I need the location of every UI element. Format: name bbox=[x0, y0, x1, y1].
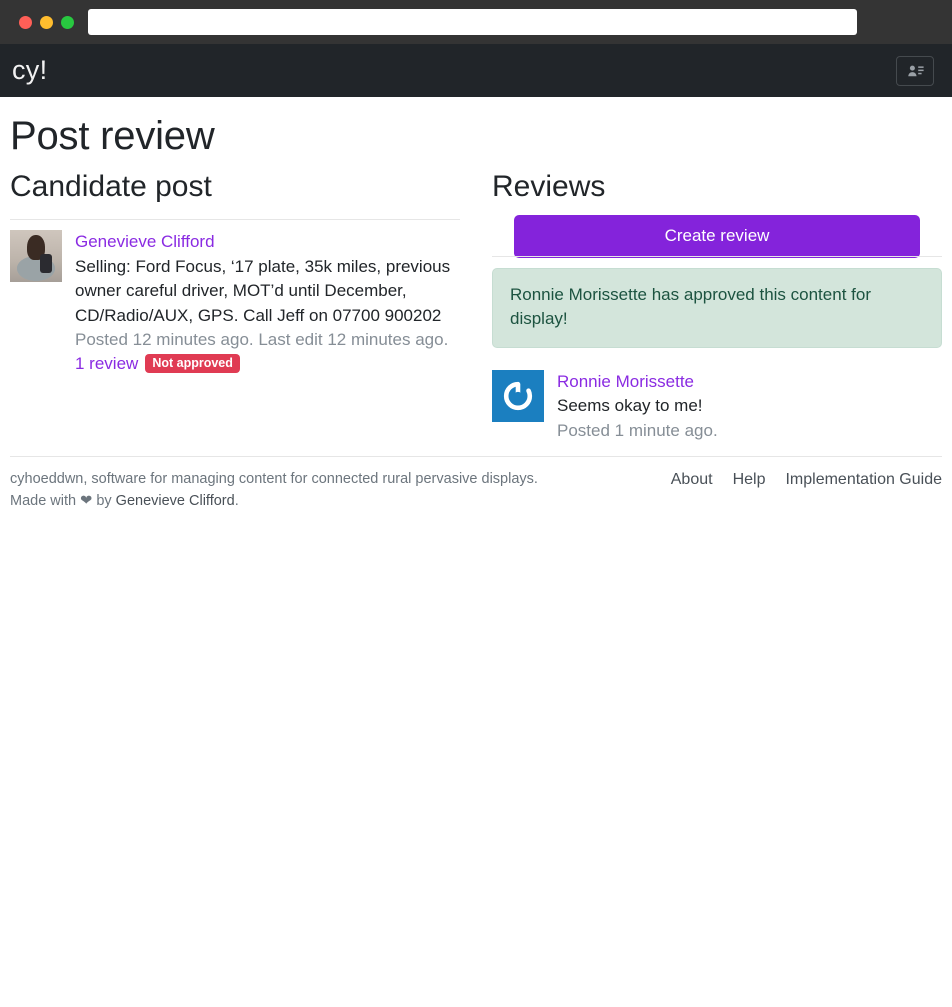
page-content: Post review Candidate post Genevieve Cli… bbox=[0, 97, 952, 443]
review-meta: Posted 1 minute ago. bbox=[557, 420, 718, 440]
footer-made-with-middle: by bbox=[96, 493, 112, 510]
close-window-button[interactable] bbox=[19, 15, 32, 29]
heart-icon: ❤ bbox=[80, 493, 93, 510]
status-badge: Not approved bbox=[145, 353, 240, 374]
footer-author: Genevieve Clifford bbox=[115, 493, 235, 510]
minimize-window-button[interactable] bbox=[40, 15, 53, 29]
page-title: Post review bbox=[10, 114, 215, 158]
reviews-heading: Reviews bbox=[492, 170, 606, 204]
two-column-layout: Candidate post Genevieve Clifford Sellin… bbox=[10, 166, 942, 443]
candidate-post-body: Genevieve Clifford Selling: Ford Focus, … bbox=[75, 230, 460, 374]
candidate-post-text: Selling: Ford Focus, ‘17 plate, 35k mile… bbox=[75, 256, 451, 325]
account-menu-button[interactable] bbox=[896, 55, 934, 86]
review-body: Ronnie Morissette Seems okay to me! Post… bbox=[557, 370, 942, 444]
candidate-status-line: 1 review Not approved bbox=[75, 354, 460, 374]
app-navbar: cy! bbox=[0, 44, 952, 97]
browser-chrome bbox=[0, 0, 952, 44]
footer-made-with-prefix: Made with bbox=[10, 493, 77, 510]
review-item: Ronnie Morissette Seems okay to me! Post… bbox=[492, 369, 942, 444]
reviews-column: Reviews Create review Ronnie Morissette … bbox=[492, 166, 942, 443]
review-text: Seems okay to me! bbox=[557, 396, 703, 416]
window-controls bbox=[19, 15, 74, 29]
footer: cyhoeddwn, software for managing content… bbox=[10, 469, 942, 513]
review-count-link[interactable]: 1 review bbox=[75, 354, 138, 374]
footer-text: cyhoeddwn, software for managing content… bbox=[10, 469, 538, 513]
create-review-button[interactable]: Create review bbox=[514, 215, 920, 258]
review-author-link[interactable]: Ronnie Morissette bbox=[557, 370, 942, 395]
footer-link-help[interactable]: Help bbox=[733, 471, 766, 489]
maximize-window-button[interactable] bbox=[61, 15, 74, 29]
contact-card-icon bbox=[906, 63, 925, 78]
gravatar-logo-avatar bbox=[492, 369, 544, 422]
section-divider bbox=[10, 219, 460, 221]
candidate-post-meta: Posted 12 minutes ago. Last edit 12 minu… bbox=[75, 330, 449, 350]
footer-link-implementation-guide[interactable]: Implementation Guide bbox=[785, 471, 942, 489]
footer-made-with-suffix: . bbox=[234, 493, 239, 510]
approval-alert: Ronnie Morissette has approved this cont… bbox=[492, 267, 942, 348]
user-photo-avatar bbox=[10, 230, 62, 283]
footer-tagline: cyhoeddwn, software for managing content… bbox=[10, 471, 538, 488]
candidate-post-heading: Candidate post bbox=[10, 170, 212, 204]
footer-link-about[interactable]: About bbox=[671, 471, 713, 489]
footer-links: About Help Implementation Guide bbox=[671, 469, 942, 489]
footer-divider bbox=[10, 456, 942, 458]
url-input[interactable] bbox=[88, 9, 857, 35]
candidate-post-item: Genevieve Clifford Selling: Ford Focus, … bbox=[10, 230, 460, 374]
footer-wrapper: cyhoeddwn, software for managing content… bbox=[0, 456, 952, 513]
brand-logo[interactable]: cy! bbox=[12, 57, 47, 84]
candidate-author-link[interactable]: Genevieve Clifford bbox=[75, 230, 460, 255]
candidate-post-column: Candidate post Genevieve Clifford Sellin… bbox=[10, 166, 460, 443]
reviews-divider bbox=[492, 255, 942, 257]
